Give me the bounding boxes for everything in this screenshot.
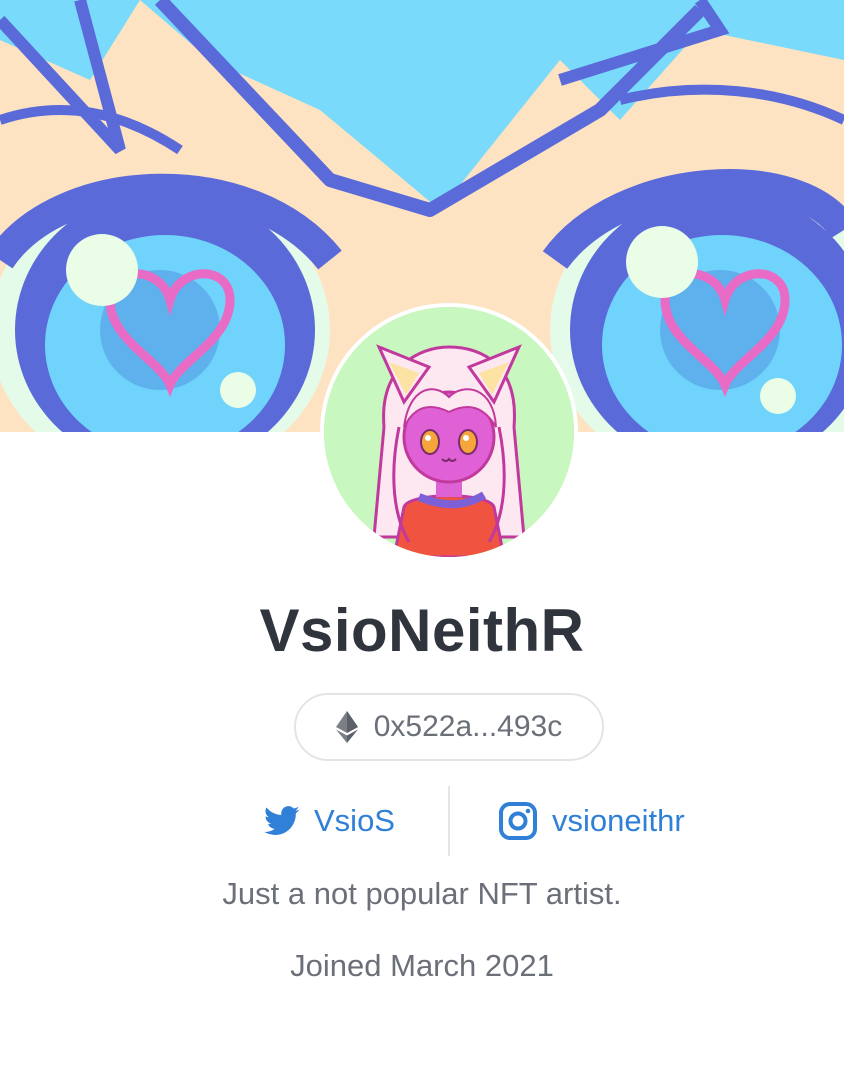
profile-avatar xyxy=(320,303,578,561)
profile-username: VsioNeithR xyxy=(259,597,585,664)
social-links: VsioS vsioneithr xyxy=(0,786,844,856)
ethereum-icon xyxy=(335,711,358,743)
instagram-handle: vsioneithr xyxy=(552,803,685,838)
wallet-address-button[interactable]: 0x522a...493c xyxy=(294,693,604,761)
wallet-address-text: 0x522a...493c xyxy=(373,710,563,743)
social-divider xyxy=(448,786,450,856)
twitter-link[interactable]: VsioS xyxy=(264,786,395,856)
twitter-bird-icon xyxy=(264,806,300,836)
instagram-link[interactable]: vsioneithr xyxy=(498,786,685,856)
twitter-handle: VsioS xyxy=(314,803,395,838)
instagram-icon xyxy=(498,801,538,841)
profile-joined-date: Joined March 2021 xyxy=(290,948,554,983)
profile-bio: Just a not popular NFT artist. xyxy=(222,876,622,911)
